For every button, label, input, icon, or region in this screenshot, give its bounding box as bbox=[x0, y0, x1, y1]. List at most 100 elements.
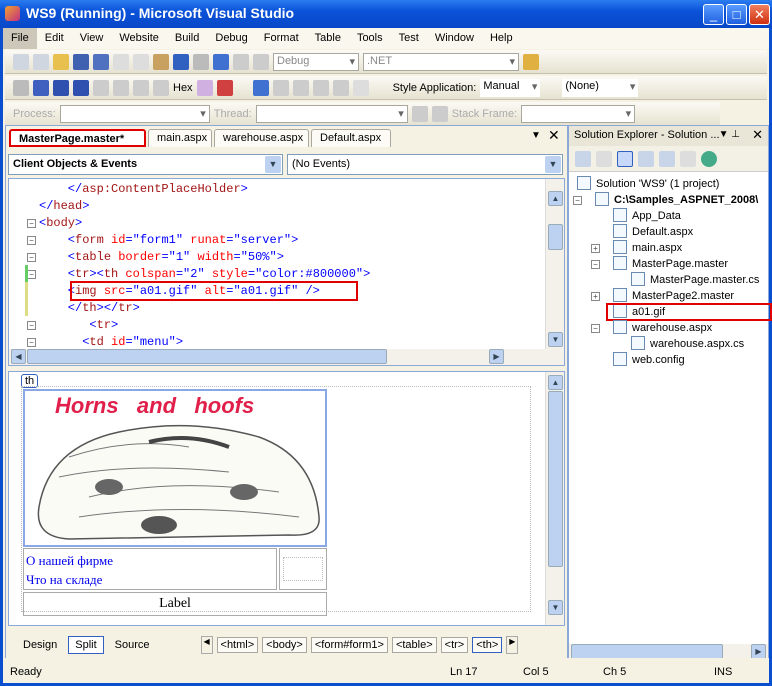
paste-icon[interactable] bbox=[153, 53, 169, 70]
breadcrumb-5[interactable]: <th> bbox=[472, 637, 503, 653]
collapse-icon[interactable]: − bbox=[27, 321, 36, 330]
collapse-icon[interactable]: − bbox=[27, 219, 36, 228]
process-select[interactable] bbox=[59, 104, 210, 123]
tree-item[interactable]: web.config bbox=[613, 352, 685, 368]
header-cell[interactable]: Horns and hoofs bbox=[23, 389, 327, 547]
list-icon[interactable] bbox=[352, 79, 369, 96]
redo-icon[interactable] bbox=[193, 53, 209, 70]
menu-file[interactable]: File bbox=[3, 28, 37, 49]
close-panel-icon[interactable]: ✕ bbox=[752, 127, 763, 143]
menu-build[interactable]: Build bbox=[167, 28, 207, 49]
menu-table[interactable]: Table bbox=[307, 28, 349, 49]
chevron-down-icon[interactable]: ▼ bbox=[545, 156, 561, 173]
show-next-statement-icon[interactable] bbox=[93, 79, 109, 96]
tree-item[interactable]: MasterPage.master.cs bbox=[631, 272, 759, 288]
crumb-scroll-right-icon[interactable]: ▶ bbox=[506, 636, 519, 654]
save-icon[interactable] bbox=[73, 53, 89, 70]
navigate-forward-icon[interactable] bbox=[233, 53, 249, 70]
scroll-thumb[interactable] bbox=[548, 224, 563, 250]
step-over-icon[interactable] bbox=[133, 79, 149, 96]
refresh-icon[interactable] bbox=[596, 150, 612, 167]
code-editor[interactable]: </asp:ContentPlaceHolder> </head> <body> − … bbox=[8, 178, 565, 366]
breadcrumb-0[interactable]: <html> bbox=[216, 637, 259, 653]
new-project-icon[interactable] bbox=[13, 53, 29, 70]
chevron-down-icon[interactable]: ▼ bbox=[265, 156, 281, 173]
design-vertical-scrollbar[interactable]: ▲ ▼ bbox=[545, 372, 564, 625]
scroll-down-icon[interactable]: ▼ bbox=[548, 600, 563, 615]
target-rule-select[interactable]: (None) bbox=[562, 78, 639, 97]
tree-item[interactable]: Default.aspx bbox=[613, 224, 693, 240]
menu-window[interactable]: Window bbox=[427, 28, 482, 49]
tree-item[interactable]: C:\Samples_ASPNET_2008\ bbox=[595, 192, 758, 208]
collapse-icon[interactable]: − bbox=[27, 270, 36, 279]
menu-test[interactable]: Test bbox=[391, 28, 427, 49]
breadcrumb-3[interactable]: <table> bbox=[391, 637, 437, 653]
tab-masterpage-master-[interactable]: MasterPage.master* bbox=[9, 129, 146, 147]
tab-list-icon[interactable]: ▼ bbox=[531, 130, 541, 141]
scroll-right-icon[interactable]: ▶ bbox=[489, 349, 504, 364]
properties-icon[interactable] bbox=[575, 150, 591, 167]
content-cell[interactable] bbox=[279, 548, 327, 590]
scroll-left-icon[interactable]: ◀ bbox=[11, 349, 26, 364]
expand-icon[interactable]: + bbox=[591, 244, 600, 253]
outdent-icon[interactable] bbox=[312, 79, 329, 96]
thread-select[interactable] bbox=[255, 104, 408, 123]
tab-warehouse-aspx[interactable]: warehouse.aspx bbox=[214, 129, 309, 147]
collapse-icon[interactable]: − bbox=[27, 253, 36, 262]
expand-icon[interactable]: + bbox=[591, 292, 600, 301]
tab-default-aspx[interactable]: Default.aspx bbox=[311, 129, 391, 147]
breadcrumb-1[interactable]: <body> bbox=[262, 637, 307, 653]
pause-icon[interactable] bbox=[33, 79, 49, 96]
uncomment-icon[interactable] bbox=[272, 79, 289, 96]
stack-frame-select[interactable] bbox=[521, 104, 636, 123]
view-tab-source[interactable]: Source bbox=[108, 636, 157, 654]
format-icon[interactable] bbox=[292, 79, 309, 96]
scroll-down-icon[interactable]: ▼ bbox=[548, 332, 563, 347]
menu-format[interactable]: Format bbox=[256, 28, 307, 49]
step-into-icon[interactable] bbox=[113, 79, 129, 96]
step-out-icon[interactable] bbox=[153, 79, 169, 96]
pin-icon[interactable]: ▼ ⊥ bbox=[719, 129, 740, 140]
expand-icon[interactable]: − bbox=[591, 260, 600, 269]
menu-help[interactable]: Help bbox=[482, 28, 521, 49]
breakpoint-icon[interactable] bbox=[196, 79, 213, 96]
restart-icon[interactable] bbox=[73, 79, 89, 96]
view-tab-split[interactable]: Split bbox=[68, 636, 104, 654]
scroll-right-icon[interactable]: ▶ bbox=[751, 644, 766, 659]
save-all-icon[interactable] bbox=[93, 53, 109, 70]
flag-icon[interactable] bbox=[431, 105, 448, 122]
comment-icon[interactable] bbox=[252, 79, 269, 96]
continue-icon[interactable] bbox=[13, 79, 29, 96]
view-tab-design[interactable]: Design bbox=[16, 636, 64, 654]
stop-icon[interactable] bbox=[53, 79, 69, 96]
navigate-backward-icon[interactable] bbox=[213, 53, 229, 70]
expand-icon[interactable]: − bbox=[573, 196, 582, 205]
events-dropdown[interactable]: (No Events) ▼ bbox=[287, 154, 563, 175]
indent-icon[interactable] bbox=[332, 79, 349, 96]
close-button[interactable]: ✕ bbox=[749, 4, 770, 25]
collapse-icon[interactable]: − bbox=[27, 338, 36, 347]
tree-item[interactable]: main.aspx bbox=[613, 240, 682, 256]
minimize-button[interactable]: _ bbox=[703, 4, 724, 25]
find-in-files-icon[interactable] bbox=[523, 53, 539, 70]
nest-files-icon[interactable] bbox=[617, 150, 633, 167]
filter-icon[interactable] bbox=[411, 105, 428, 122]
platform-select[interactable]: .NET bbox=[363, 52, 519, 71]
breadcrumb-4[interactable]: <tr> bbox=[440, 637, 469, 653]
add-item-icon[interactable] bbox=[33, 53, 49, 70]
view-designer-icon[interactable] bbox=[659, 150, 675, 167]
collapse-icon[interactable]: − bbox=[27, 236, 36, 245]
menu-edit[interactable]: Edit bbox=[37, 28, 72, 49]
expand-icon[interactable]: − bbox=[591, 324, 600, 333]
client-objects-dropdown[interactable]: Client Objects & Events ▼ bbox=[8, 154, 283, 175]
hex-button[interactable]: Hex bbox=[173, 82, 193, 94]
menu-debug[interactable]: Debug bbox=[207, 28, 255, 49]
copy-icon[interactable] bbox=[133, 53, 149, 70]
asp-config-icon[interactable] bbox=[701, 150, 717, 167]
scroll-thumb[interactable] bbox=[548, 391, 563, 567]
undo-icon[interactable] bbox=[173, 53, 189, 70]
tree-item[interactable]: warehouse.aspx bbox=[613, 320, 712, 336]
tree-item[interactable]: warehouse.aspx.cs bbox=[631, 336, 744, 352]
copy-website-icon[interactable] bbox=[680, 150, 696, 167]
start-icon[interactable] bbox=[253, 53, 269, 70]
